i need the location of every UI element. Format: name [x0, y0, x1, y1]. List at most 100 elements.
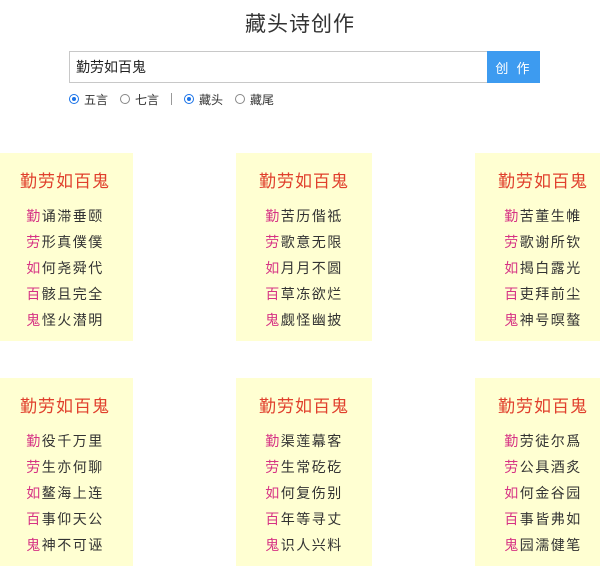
- poem-line: 如揭白露光: [475, 256, 600, 282]
- poem-line-head-char: 劳: [265, 460, 281, 476]
- poem-line-head-char: 如: [265, 486, 281, 502]
- options-row: 五言 七言 藏头 藏尾: [69, 90, 286, 108]
- poem-line-head-char: 鬼: [26, 313, 42, 329]
- poem-line-rest: 神不可诬: [41, 538, 104, 554]
- poem-card: 勤劳如百鬼 勤苦历偕祗 劳歌意无限 如月月不圆 百草冻欲烂 鬼觑怪幽披: [236, 153, 372, 341]
- poem-line-rest: 事皆弗如: [519, 512, 582, 528]
- poem-line-head-char: 百: [504, 287, 520, 303]
- poem-line-head-char: 勤: [26, 209, 42, 225]
- poem-line: 如月月不圆: [236, 256, 372, 282]
- option-acrostic-tail[interactable]: 藏尾: [235, 91, 274, 108]
- search-input[interactable]: [69, 51, 487, 83]
- poem-line-rest: 渠莲幕客: [280, 434, 343, 450]
- poem-line: 勤苦董生帷: [475, 204, 600, 230]
- search-bar: 创 作: [69, 51, 540, 83]
- poem-line: 劳形真僕僕: [0, 230, 133, 256]
- poem-line: 勤苦历偕祗: [236, 204, 372, 230]
- poem-line-rest: 劳徒尔爲: [519, 434, 582, 450]
- option-seven-char-label: 七言: [135, 92, 160, 107]
- poem-line-head-char: 劳: [504, 460, 520, 476]
- poem-line: 鬼园濡健笔: [475, 533, 600, 559]
- poem-line-rest: 歌谢所钦: [519, 235, 582, 251]
- poem-line-head-char: 劳: [26, 460, 42, 476]
- poem-line-rest: 骸且完全: [41, 287, 104, 303]
- radio-seven-char[interactable]: [120, 94, 131, 104]
- poem-line-head-char: 鬼: [265, 538, 281, 554]
- poem-line: 鬼神不可诬: [0, 533, 133, 559]
- poem-line-rest: 何金谷园: [519, 486, 582, 502]
- poem-line-rest: 形真僕僕: [41, 235, 104, 251]
- poem-line: 劳公具酒炙: [475, 455, 600, 481]
- poem-line-head-char: 如: [26, 261, 42, 277]
- poem-line-head-char: 劳: [26, 235, 42, 251]
- poem-line: 百吏拜前尘: [475, 282, 600, 308]
- option-acrostic-head[interactable]: 藏头: [184, 91, 223, 108]
- option-five-char-label: 五言: [84, 92, 109, 107]
- poem-line-rest: 苦历偕祗: [280, 209, 343, 225]
- poem-line-rest: 生常矻矻: [280, 460, 343, 476]
- poem-line-rest: 揭白露光: [519, 261, 582, 277]
- poem-line: 鬼觑怪幽披: [236, 308, 372, 334]
- poem-card-title: 勤劳如百鬼: [498, 397, 588, 417]
- poem-line: 劳歌谢所钦: [475, 230, 600, 256]
- poem-line-rest: 诵滞垂颐: [41, 209, 104, 225]
- poem-card: 勤劳如百鬼 勤劳徒尔爲 劳公具酒炙 如何金谷园 百事皆弗如 鬼园濡健笔: [475, 378, 600, 566]
- poem-line-rest: 觑怪幽披: [280, 313, 343, 329]
- option-acrostic-tail-label: 藏尾: [250, 92, 275, 107]
- poem-line-head-char: 勤: [504, 209, 520, 225]
- poem-line-head-char: 如: [504, 261, 520, 277]
- poem-card-title: 勤劳如百鬼: [20, 172, 110, 192]
- poem-line: 勤役千万里: [0, 429, 133, 455]
- poem-line-head-char: 鬼: [504, 313, 520, 329]
- page-title: 藏头诗创作: [245, 12, 355, 36]
- poem-line-head-char: 劳: [504, 235, 520, 251]
- options-divider: [171, 93, 173, 105]
- poem-card: 勤劳如百鬼 勤诵滞垂颐 劳形真僕僕 如何尧舜代 百骸且完全 鬼怪火潜明: [0, 153, 133, 341]
- poem-card-title: 勤劳如百鬼: [259, 397, 349, 417]
- radio-five-char[interactable]: [69, 94, 79, 104]
- poem-card: 勤劳如百鬼 勤苦董生帷 劳歌谢所钦 如揭白露光 百吏拜前尘 鬼神号暝螯: [475, 153, 600, 341]
- poem-line: 鬼识人兴料: [236, 533, 372, 559]
- poem-line-rest: 役千万里: [41, 434, 104, 450]
- poem-line-rest: 歌意无限: [280, 235, 343, 251]
- poem-line-head-char: 百: [504, 512, 520, 528]
- poem-line: 勤诵滞垂颐: [0, 204, 133, 230]
- poem-line-head-char: 百: [265, 512, 281, 528]
- poem-line-rest: 苦董生帷: [519, 209, 582, 225]
- poem-line-rest: 事仰天公: [41, 512, 104, 528]
- poem-line: 劳歌意无限: [236, 230, 372, 256]
- poem-line: 如何复伤别: [236, 481, 372, 507]
- poem-card-title: 勤劳如百鬼: [20, 397, 110, 417]
- poem-line: 百年等寻丈: [236, 507, 372, 533]
- poem-line-rest: 怪火潜明: [41, 313, 104, 329]
- poem-line: 劳生亦何聊: [0, 455, 133, 481]
- poem-line: 百草冻欲烂: [236, 282, 372, 308]
- poem-line-rest: 年等寻丈: [280, 512, 343, 528]
- poem-line-rest: 鳌海上连: [41, 486, 104, 502]
- poem-line-rest: 生亦何聊: [41, 460, 104, 476]
- poem-line-rest: 识人兴料: [280, 538, 343, 554]
- poem-line: 百事皆弗如: [475, 507, 600, 533]
- radio-acrostic-tail[interactable]: [235, 94, 246, 104]
- poem-card-title: 勤劳如百鬼: [498, 172, 588, 192]
- poem-line-head-char: 如: [504, 486, 520, 502]
- poem-line-rest: 园濡健笔: [519, 538, 582, 554]
- radio-acrostic-head[interactable]: [184, 94, 195, 104]
- poem-line: 如何尧舜代: [0, 256, 133, 282]
- poem-line-head-char: 鬼: [265, 313, 281, 329]
- poem-line-rest: 公具酒炙: [519, 460, 582, 476]
- poem-line: 百骸且完全: [0, 282, 133, 308]
- poem-line-head-char: 勤: [265, 434, 281, 450]
- poem-line-head-char: 勤: [504, 434, 520, 450]
- poem-line: 勤劳徒尔爲: [475, 429, 600, 455]
- poem-card-title: 勤劳如百鬼: [259, 172, 349, 192]
- option-five-char[interactable]: 五言: [69, 91, 108, 108]
- poem-line-head-char: 勤: [26, 434, 42, 450]
- option-seven-char[interactable]: 七言: [120, 91, 159, 108]
- create-button[interactable]: 创 作: [487, 51, 540, 83]
- poem-line-head-char: 百: [26, 287, 42, 303]
- poem-line-rest: 吏拜前尘: [519, 287, 582, 303]
- poem-line-head-char: 劳: [265, 235, 281, 251]
- poem-line-rest: 何尧舜代: [41, 261, 104, 277]
- poem-card: 勤劳如百鬼 勤役千万里 劳生亦何聊 如鳌海上连 百事仰天公 鬼神不可诬: [0, 378, 133, 566]
